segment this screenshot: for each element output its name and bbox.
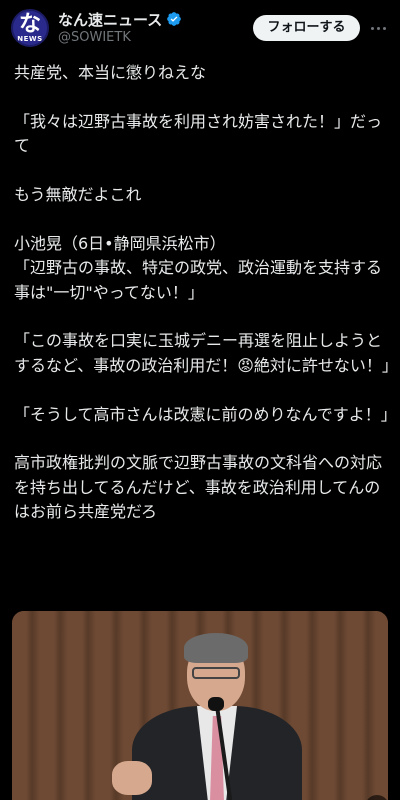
post-line: 高市政権批判の文脈で辺野古事故の文科省への対応を持ち出してるんだけど、事故を政治… — [14, 453, 383, 522]
name-row: なん速ニュース — [58, 9, 182, 29]
post-line: 小池晃（6日•静岡県浜松市） — [14, 233, 226, 253]
more-dot — [382, 26, 386, 30]
avatar-sub-text: NEWS — [17, 35, 43, 43]
post-line: 「そうして高市さんは改憲に前のめりなんですよ！」 — [14, 404, 397, 424]
post-header: な NEWS なん速ニュース @SOWIETK フォローする — [0, 0, 400, 56]
more-options-icon[interactable] — [366, 17, 390, 39]
post-line: もう無敵だよこれ — [14, 185, 142, 204]
follow-button[interactable]: フォローする — [253, 15, 360, 41]
microphone-icon — [208, 697, 224, 711]
verified-badge-icon — [167, 12, 182, 26]
post-line: 「辺野古の事故、特定の政党、政治運動を支持する事は"一切"やってない！」 — [14, 258, 383, 302]
post-line: 「この事故を口実に玉城デニー再選を阻止しようとするなど、事故の政治利用だ！😡絶対… — [14, 331, 398, 375]
more-dot — [370, 26, 374, 30]
more-dot — [376, 26, 380, 30]
speaker-glasses — [192, 667, 240, 679]
post-line: 共産党、本当に懲りねえな — [14, 63, 207, 82]
speaker-hair — [184, 633, 248, 663]
post-container: な NEWS なん速ニュース @SOWIETK フォローする 共産党、本当に懲り… — [0, 0, 400, 800]
post-line: 「我々は辺野古事故を利用され妨害された！」だって — [14, 111, 383, 156]
display-name[interactable]: なん速ニュース — [58, 9, 162, 30]
post-media-image[interactable] — [12, 611, 388, 800]
handle[interactable]: @SOWIETK — [58, 30, 131, 45]
post-body: 共産党、本当に懲りねえな 「我々は辺野古事故を利用され妨害された！」だって もう… — [14, 61, 398, 525]
avatar[interactable]: な NEWS — [11, 9, 49, 47]
speaker-hand — [112, 761, 152, 795]
